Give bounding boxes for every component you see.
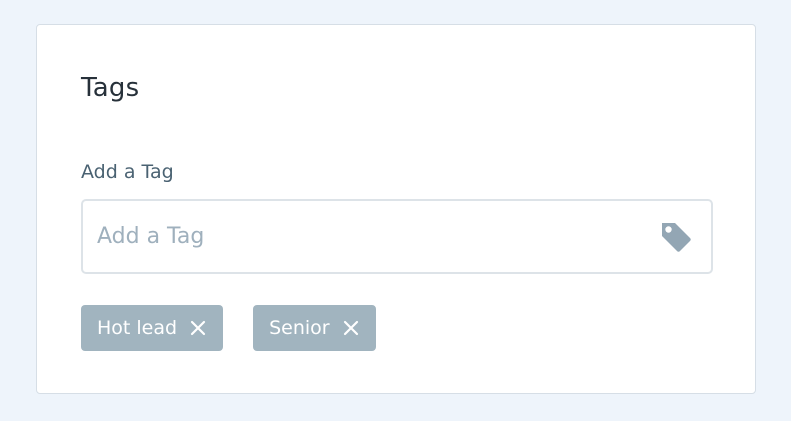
card-title: Tags xyxy=(81,73,140,103)
tag-chip-senior: Senior xyxy=(253,305,376,351)
tag-field-label: Add a Tag xyxy=(81,161,174,183)
tags-card: Tags Add a Tag Hot lead Senior xyxy=(36,24,756,394)
close-icon[interactable] xyxy=(342,319,360,337)
tag-chip-label: Hot lead xyxy=(97,317,178,339)
tag-chip-hot-lead: Hot lead xyxy=(81,305,224,351)
tag-input-wrapper xyxy=(81,199,713,274)
tag-icon xyxy=(662,223,691,252)
tag-list: Hot lead Senior xyxy=(81,305,376,351)
tag-input[interactable] xyxy=(83,201,643,272)
tag-chip-label: Senior xyxy=(269,317,330,339)
close-icon[interactable] xyxy=(189,319,207,337)
